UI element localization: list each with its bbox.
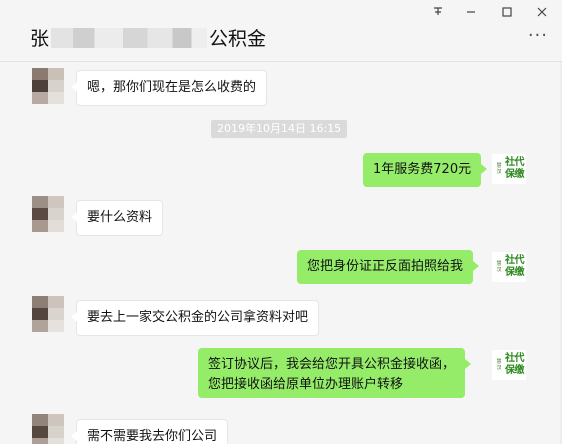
logo-small-bottom: 汉 — [496, 267, 502, 273]
avatar[interactable] — [32, 68, 64, 104]
message-list[interactable]: 嗯，那你们现在是怎么收费的 2019年10月14日 16:15 1年服务费720… — [0, 62, 562, 444]
avatar[interactable] — [32, 414, 64, 444]
logo-avatar[interactable]: 慧汉 社代 保缴 — [492, 350, 526, 380]
chat-title-prefix: 张 — [30, 28, 50, 50]
chat-title-suffix: 公积金 — [209, 28, 267, 50]
message-text: 要什么资料 — [87, 210, 153, 225]
message-text-line: 签订协议后，我会给您开具公积金接收函， — [208, 357, 456, 372]
logo-line2: 保缴 — [505, 267, 525, 278]
message-text: 您把身份证正反面拍照给我 — [307, 259, 464, 274]
logo-avatar[interactable]: 慧汉 社代 保缴 — [492, 154, 526, 184]
logo-line2: 保缴 — [505, 365, 525, 376]
message-text: 要去上一家交公积金的公司拿资料对吧 — [87, 310, 309, 325]
timestamp: 2019年10月14日 16:15 — [211, 120, 348, 138]
minimize-icon[interactable] — [459, 4, 483, 24]
logo-line2: 保缴 — [505, 169, 525, 180]
logo-line1: 社代 — [505, 353, 525, 364]
message-sent[interactable]: 1年服务费720元 — [363, 153, 488, 187]
title-bar: 张 公积金 ··· — [0, 0, 562, 62]
chat-title: 张 公积金 — [30, 24, 266, 51]
logo-line1: 社代 — [505, 157, 525, 168]
pin-icon[interactable] — [426, 4, 450, 24]
message-received[interactable]: 嗯，那你们现在是怎么收费的 — [70, 70, 268, 106]
logo-avatar[interactable]: 慧汉 社代 保缴 — [492, 252, 526, 282]
logo-line1: 社代 — [505, 255, 525, 266]
redacted-name — [51, 27, 208, 48]
message-received[interactable]: 要去上一家交公积金的公司拿资料对吧 — [70, 300, 320, 336]
message-sent[interactable]: 您把身份证正反面拍照给我 — [297, 250, 480, 284]
logo-small-bottom: 汉 — [496, 169, 502, 175]
message-text: 1年服务费720元 — [373, 162, 472, 177]
close-icon[interactable] — [530, 4, 554, 24]
maximize-icon[interactable] — [495, 4, 519, 24]
more-icon[interactable]: ··· — [528, 26, 548, 46]
logo-small-bottom: 汉 — [496, 365, 502, 371]
message-received[interactable]: 需不需要我去你们公司 — [70, 419, 229, 444]
message-received[interactable]: 要什么资料 — [70, 200, 164, 236]
message-sent[interactable]: 签订协议后，我会给您开具公积金接收函， 您把接收函给原单位办理账户转移 — [198, 348, 472, 398]
avatar[interactable] — [32, 296, 64, 332]
message-text: 嗯，那你们现在是怎么收费的 — [87, 80, 257, 95]
avatar[interactable] — [32, 196, 64, 232]
message-text-line: 您把接收函给原单位办理账户转移 — [208, 377, 404, 392]
message-text: 需不需要我去你们公司 — [87, 429, 218, 444]
